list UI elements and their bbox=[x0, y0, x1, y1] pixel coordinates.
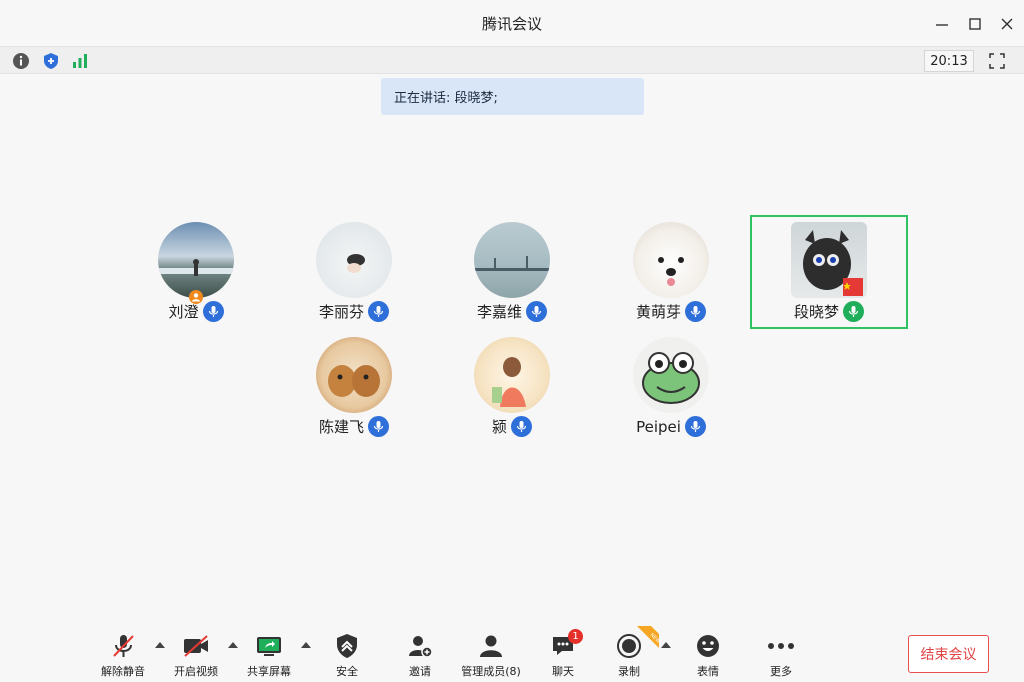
avatar bbox=[158, 222, 234, 298]
share-screen-button[interactable]: 共享屏幕 bbox=[234, 632, 304, 679]
avatar bbox=[633, 222, 709, 298]
more-button[interactable]: 更多 bbox=[746, 632, 816, 679]
info-icon[interactable] bbox=[10, 50, 32, 72]
participant-tile[interactable]: 段晓梦 bbox=[769, 222, 889, 322]
record-button[interactable]: NEW 录制 bbox=[594, 626, 664, 679]
host-icon bbox=[189, 290, 203, 304]
participant-tile[interactable]: Peipei bbox=[611, 337, 731, 437]
participant-tile[interactable]: 颍 bbox=[452, 337, 572, 437]
chat-unread-badge: 1 bbox=[568, 629, 583, 644]
participant-name: 陈建飞 bbox=[318, 418, 364, 436]
avatar bbox=[316, 337, 392, 413]
microphone-icon bbox=[526, 301, 547, 322]
participant-tile[interactable]: 李丽芬 bbox=[294, 222, 414, 322]
participant-name: 颍 bbox=[491, 418, 507, 436]
microphone-icon bbox=[685, 301, 706, 322]
speaking-indicator: 正在讲话: 段晓梦; bbox=[381, 78, 644, 115]
participant-name: 李丽芬 bbox=[318, 303, 364, 321]
members-icon bbox=[480, 635, 502, 657]
microphone-muted-icon bbox=[113, 635, 134, 657]
participant-tile[interactable]: 李嘉维 bbox=[452, 222, 572, 322]
avatar bbox=[474, 222, 550, 298]
camera-off-icon bbox=[184, 635, 208, 657]
participant-tile[interactable]: 陈建飞 bbox=[294, 337, 414, 437]
meeting-toolbar: 解除静音 开启视频 共享屏幕 安全 邀请 管理成员(8) 1 聊天 NEW 录制… bbox=[0, 622, 1024, 682]
window-title: 腾讯会议 bbox=[481, 15, 542, 33]
participant-name: 李嘉维 bbox=[476, 303, 522, 321]
participant-tile[interactable]: 刘澄 bbox=[136, 222, 256, 322]
participant-name: Peipei bbox=[636, 417, 681, 436]
microphone-icon bbox=[511, 416, 532, 437]
close-icon[interactable] bbox=[995, 12, 1019, 36]
meeting-timer: 20:13 bbox=[924, 50, 974, 72]
security-button[interactable]: 安全 bbox=[312, 632, 382, 679]
avatar bbox=[316, 222, 392, 298]
more-dots-icon bbox=[768, 643, 794, 649]
participant-name: 刘澄 bbox=[168, 303, 199, 321]
participant-tile[interactable]: 黄萌芽 bbox=[611, 222, 731, 322]
fullscreen-icon[interactable] bbox=[986, 50, 1008, 72]
microphone-active-icon bbox=[843, 301, 864, 322]
emoji-button[interactable]: 表情 bbox=[673, 632, 743, 679]
unmute-button[interactable]: 解除静音 bbox=[88, 632, 158, 679]
manage-members-button[interactable]: 管理成员(8) bbox=[456, 632, 526, 679]
chat-button[interactable]: 1 聊天 bbox=[528, 629, 598, 679]
share-options-caret-icon[interactable] bbox=[300, 640, 312, 650]
participant-name: 黄萌芽 bbox=[635, 303, 681, 321]
microphone-icon bbox=[368, 416, 389, 437]
participant-name: 段晓梦 bbox=[793, 303, 839, 321]
maximize-icon[interactable] bbox=[963, 12, 987, 36]
status-bar: 20:13 bbox=[0, 46, 1024, 74]
end-meeting-button[interactable]: 结束会议 bbox=[908, 635, 989, 673]
invite-user-icon bbox=[409, 636, 433, 658]
signal-icon[interactable] bbox=[69, 50, 91, 72]
share-screen-icon bbox=[257, 637, 281, 656]
invite-button[interactable]: 邀请 bbox=[385, 632, 455, 679]
title-bar: 腾讯会议 bbox=[0, 0, 1024, 46]
avatar bbox=[633, 337, 709, 413]
security-shield-icon bbox=[337, 634, 357, 658]
record-options-caret-icon[interactable] bbox=[660, 640, 672, 650]
flag-icon bbox=[843, 278, 863, 296]
emoji-icon bbox=[697, 635, 719, 657]
avatar bbox=[474, 337, 550, 413]
microphone-icon bbox=[202, 301, 224, 322]
start-video-button[interactable]: 开启视频 bbox=[161, 632, 231, 679]
new-tag-icon: NEW bbox=[637, 626, 659, 648]
microphone-icon bbox=[368, 301, 389, 322]
minimize-icon[interactable] bbox=[930, 12, 954, 36]
microphone-icon bbox=[684, 416, 706, 437]
shield-icon[interactable] bbox=[40, 50, 62, 72]
